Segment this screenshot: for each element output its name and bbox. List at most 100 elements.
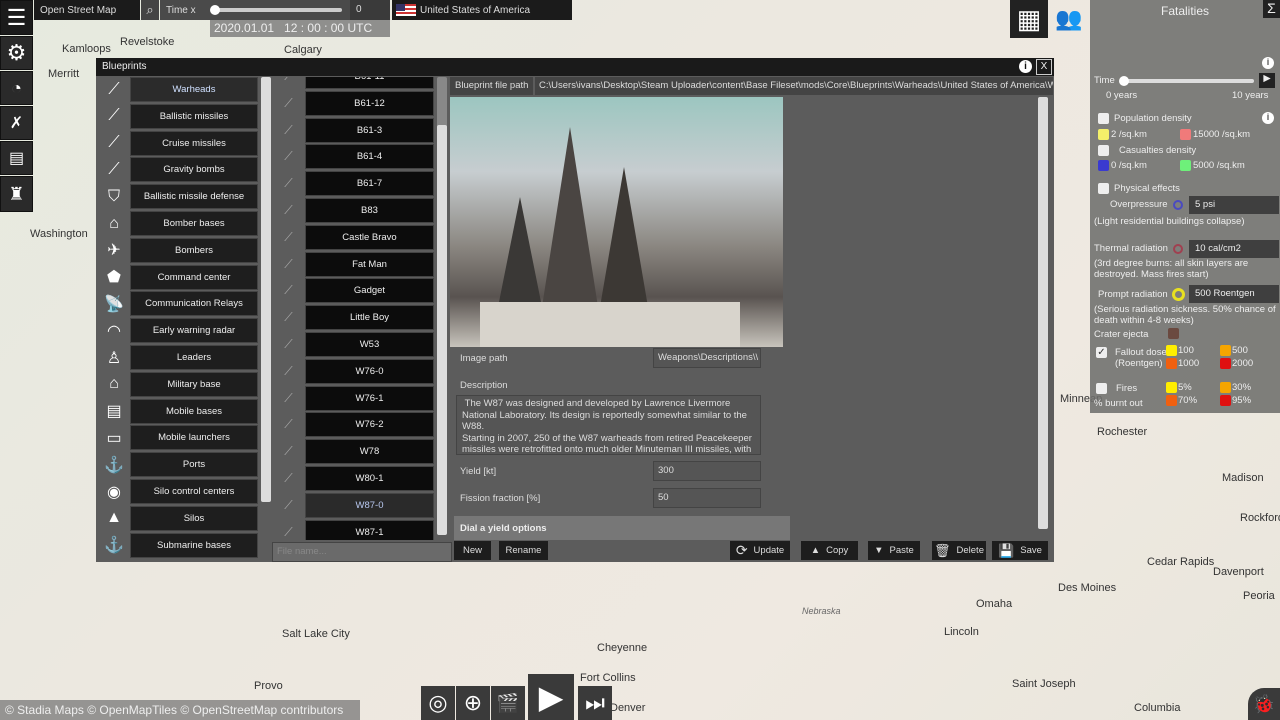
fallout-checkbox[interactable]: ✓ [1096, 347, 1107, 358]
image-path-field[interactable]: Weapons\Descriptions\\ [653, 348, 761, 368]
fission-input[interactable]: 50 [653, 488, 761, 508]
factory-icon[interactable]: ♜ [0, 176, 33, 212]
thermal-ring-icon[interactable] [1173, 244, 1183, 254]
warhead-item[interactable]: ⟋ W76-2 [272, 412, 434, 438]
description-textarea[interactable]: The W87 was designed and developed by La… [456, 395, 761, 455]
color-swatch[interactable] [1180, 129, 1191, 140]
target-icon[interactable]: ◎ [421, 686, 455, 720]
new-button[interactable]: New [454, 541, 491, 560]
overpressure-select[interactable]: 5 psi [1189, 196, 1279, 214]
fires-level-label: 30% [1232, 382, 1252, 393]
blueprints-dialog: Blueprints i X ⟋ Warheads ⟋ Ballistic missi… [96, 58, 1054, 562]
color-swatch[interactable] [1098, 129, 1109, 140]
image-path-label: Image path [460, 353, 508, 364]
sum-icon[interactable]: Σ [1263, 0, 1280, 18]
map-city-label: Salt Lake City [282, 628, 350, 640]
warhead-scrollbar-track[interactable] [437, 77, 447, 535]
color-swatch[interactable] [1220, 358, 1231, 369]
casualties-density-checkbox[interactable] [1098, 145, 1109, 156]
strategy-icon[interactable]: ✗ [0, 106, 33, 140]
warhead-item[interactable]: ⟋ B61-4 [272, 144, 434, 170]
warhead-item[interactable]: ⟋ W87-0 [272, 492, 434, 518]
warhead-icon: ⟋ [284, 256, 293, 271]
warhead-item[interactable]: ⟋ W78 [272, 439, 434, 465]
close-button[interactable]: X [1036, 59, 1052, 75]
warhead-item[interactable]: ⟋ B83 [272, 198, 434, 223]
map-source-label: Open Street Map [40, 4, 117, 16]
warhead-item[interactable]: ⟋ Castle Bravo [272, 224, 434, 250]
color-swatch[interactable] [1166, 345, 1177, 356]
color-swatch[interactable] [1220, 395, 1231, 406]
color-swatch[interactable] [1220, 345, 1231, 356]
play-icon[interactable]: ▶ [1259, 73, 1275, 88]
menu-icon[interactable]: ☰ [0, 0, 33, 35]
prompt-ring-icon[interactable] [1172, 288, 1185, 301]
map-city-label: Peoria [1243, 590, 1275, 602]
warhead-item[interactable]: ⟋ W76-1 [272, 385, 434, 411]
thermal-select[interactable]: 10 cal/cm2 [1189, 240, 1279, 258]
delete-button[interactable]: 🗑 Delete [932, 541, 986, 560]
warhead-label: W78 [305, 439, 434, 465]
warhead-item[interactable]: ⟋ Fat Man [272, 251, 434, 277]
warhead-item[interactable]: ⟋ W80-1 [272, 466, 434, 491]
file-name-input[interactable]: File name... [272, 542, 452, 562]
warhead-scrollbar-thumb[interactable] [437, 125, 447, 535]
physical-effects-checkbox[interactable] [1098, 183, 1109, 194]
warhead-item[interactable]: ⟋ B61-12 [272, 90, 434, 116]
overpressure-ring-icon[interactable] [1173, 200, 1183, 210]
color-swatch[interactable] [1098, 160, 1109, 171]
down-triangle-icon: ▼ [874, 545, 884, 556]
warhead-item[interactable]: ⟋ W87-1 [272, 519, 434, 540]
slider-handle[interactable] [1119, 76, 1129, 86]
color-swatch[interactable] [1220, 382, 1231, 393]
settings-icon[interactable]: ⚙ [0, 36, 33, 70]
map-city-label: Des Moines [1058, 582, 1117, 594]
info-icon[interactable]: i [1262, 57, 1274, 69]
dial-yield-section[interactable]: Dial a yield options [454, 516, 790, 540]
details-scrollbar[interactable] [1038, 97, 1048, 529]
fires-checkbox[interactable] [1096, 383, 1107, 394]
warhead-item[interactable]: ⟋ Little Boy [272, 305, 434, 331]
update-button[interactable]: ⟳ Update [730, 541, 790, 560]
clapperboard-icon[interactable]: 🎬 [491, 686, 525, 720]
map-city-label: Columbia [1134, 702, 1181, 714]
calculator-icon[interactable]: ▦ [1010, 0, 1048, 38]
paste-button[interactable]: ▼ Paste [868, 541, 920, 560]
time-slider[interactable] [1119, 76, 1254, 86]
crosshair-icon[interactable]: ⊕ [456, 686, 490, 720]
skip-forward-icon[interactable]: ⏭ [578, 686, 612, 720]
time-speed-slider[interactable] [210, 5, 342, 15]
people-icon[interactable]: 👥 [1049, 0, 1089, 38]
yield-input[interactable]: 300 [653, 461, 761, 481]
color-swatch[interactable] [1166, 358, 1177, 369]
slider-handle[interactable] [210, 5, 220, 15]
save-button[interactable]: 💾 Save [992, 541, 1048, 560]
population-density-checkbox[interactable] [1098, 113, 1109, 124]
time-speed-input[interactable]: 0 [350, 0, 390, 20]
country-select[interactable]: United States of America [392, 0, 572, 20]
info-icon[interactable]: i [1019, 60, 1032, 73]
copy-button[interactable]: ▲ Copy [801, 541, 858, 560]
color-swatch[interactable] [1180, 160, 1191, 171]
warhead-item[interactable]: ⟋ W76-0 [272, 358, 434, 384]
chart-icon[interactable]: ▤ [0, 141, 33, 175]
warhead-item[interactable]: ⟋ B61-7 [272, 171, 434, 197]
map-city-label: Lincoln [944, 626, 979, 638]
statistics-icon[interactable]: ◔ [0, 71, 33, 105]
warhead-item[interactable]: ⟋ Gadget [272, 278, 434, 304]
file-path-field[interactable]: C:\Users\ivans\Desktop\Steam Uploader\co… [535, 77, 1053, 95]
map-source-select[interactable]: Open Street Map [34, 0, 140, 20]
prompt-select[interactable]: 500 Roentgen [1189, 285, 1279, 303]
info-icon[interactable]: i [1262, 112, 1274, 124]
map-city-label: Revelstoke [120, 36, 175, 48]
color-swatch[interactable] [1166, 395, 1177, 406]
color-swatch[interactable] [1166, 382, 1177, 393]
warhead-item[interactable]: ⟋ W53 [272, 332, 434, 357]
play-button[interactable]: ▶ [528, 674, 574, 720]
color-swatch[interactable] [1168, 328, 1179, 339]
zoom-search-icon[interactable]: ⌕ [141, 0, 159, 20]
warhead-icon: ⟋ [284, 417, 293, 432]
bug-icon[interactable]: 🐞 [1248, 688, 1280, 720]
rename-button[interactable]: Rename [499, 541, 548, 560]
warhead-item[interactable]: ⟋ B61-3 [272, 117, 434, 143]
